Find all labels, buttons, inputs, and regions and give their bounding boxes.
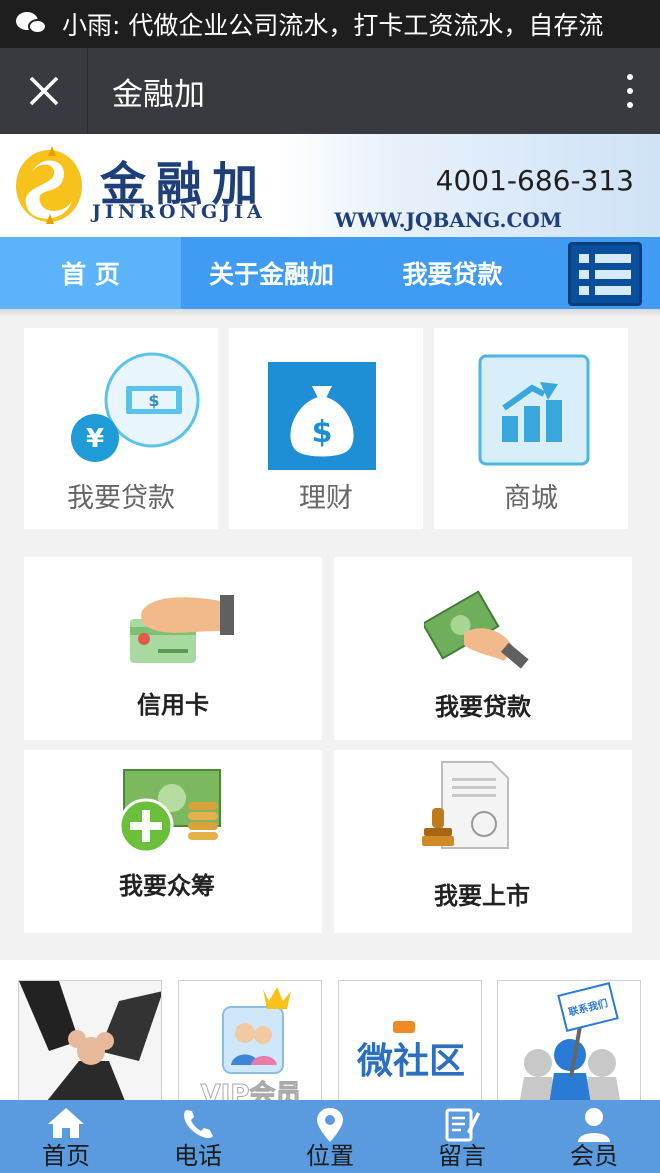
more-dots-icon xyxy=(627,74,633,80)
tile-label: 我要贷款 xyxy=(435,693,531,721)
bottom-nav-label: 留言 xyxy=(438,1142,486,1170)
tile-finance[interactable]: $ 理财 xyxy=(229,328,423,529)
notification-bar[interactable]: 小雨: 代做企业公司流水，打卡工资流水，自存流 xyxy=(0,0,660,48)
tile-label: 商城 xyxy=(504,483,558,514)
more-menu-button[interactable] xyxy=(600,48,660,134)
list-menu-icon xyxy=(579,253,631,263)
page-title: 金融加 xyxy=(112,76,205,113)
menu-button[interactable] xyxy=(568,242,642,306)
wechat-icon xyxy=(16,10,48,38)
bottom-nav: 首页 电话 位置 留言 会员 xyxy=(0,1100,660,1173)
bottom-nav-label: 位置 xyxy=(306,1142,354,1170)
main-nav: 首 页 关于金融加 我要贷款 xyxy=(0,237,660,309)
tile-mall[interactable]: 商城 xyxy=(434,328,628,529)
tile-loan[interactable]: $ ¥ 我要贷款 xyxy=(24,328,218,529)
tile-loan-2[interactable]: 我要贷款 xyxy=(334,557,632,740)
bottom-nav-home[interactable]: 首页 xyxy=(0,1100,132,1173)
svg-text:$: $ xyxy=(148,391,159,410)
cash-hand-icon xyxy=(424,590,529,669)
money-bag-icon: $ xyxy=(268,362,376,470)
vip-member-icon: VIP会员 xyxy=(179,981,321,1109)
bottom-nav-label: 会员 xyxy=(570,1142,618,1170)
contact-us-icon: 联系我们 xyxy=(498,981,640,1109)
chart-growth-icon xyxy=(478,354,590,466)
notification-text: 小雨: 代做企业公司流水，打卡工资流水，自存流 xyxy=(62,11,604,40)
site-url: WWW.JQBANG.COM xyxy=(334,208,562,232)
hotline-number: 4001-686-313 xyxy=(435,164,634,197)
document-stamp-icon xyxy=(422,761,509,849)
bottom-nav-member[interactable]: 会员 xyxy=(528,1100,660,1173)
thumb-community[interactable]: 微社区 xyxy=(338,980,482,1110)
title-bar: 金融加 xyxy=(0,48,660,134)
tile-label: 我要贷款 xyxy=(67,483,175,514)
nav-item-about[interactable]: 关于金融加 xyxy=(181,237,362,309)
tile-ipo[interactable]: 我要上市 xyxy=(334,750,632,933)
loan-money-icon: $ ¥ xyxy=(71,352,200,462)
brand-logo-icon xyxy=(16,146,82,224)
bottom-nav-message[interactable]: 留言 xyxy=(396,1100,528,1173)
crowdfunding-cash-icon xyxy=(118,769,221,854)
close-icon xyxy=(29,76,58,106)
bottom-nav-location[interactable]: 位置 xyxy=(264,1100,396,1173)
thumb-vip[interactable]: VIP会员 xyxy=(178,980,322,1110)
thumb-teamwork[interactable] xyxy=(18,980,162,1110)
tile-label: 我要众筹 xyxy=(119,872,215,900)
tile-crowdfunding[interactable]: 我要众筹 xyxy=(24,750,322,933)
close-button[interactable] xyxy=(0,48,88,134)
bottom-nav-label: 首页 xyxy=(42,1142,90,1170)
tile-credit-card[interactable]: 信用卡 xyxy=(24,557,322,740)
svg-text:¥: ¥ xyxy=(86,424,104,454)
bottom-nav-label: 电话 xyxy=(174,1142,222,1170)
micro-community-icon: 微社区 xyxy=(339,981,481,1109)
teamwork-hands-icon xyxy=(19,981,161,1109)
page: { "notification": { "text": "小雨: 代做企业公司流… xyxy=(0,0,660,1173)
tile-label: 信用卡 xyxy=(137,691,209,719)
credit-card-hand-icon xyxy=(130,595,234,663)
nav-shadow xyxy=(0,309,660,317)
community-text: 微社区 xyxy=(356,1041,465,1082)
bottom-nav-phone[interactable]: 电话 xyxy=(132,1100,264,1173)
svg-text:$: $ xyxy=(312,415,333,450)
nav-item-home[interactable]: 首 页 xyxy=(0,237,181,309)
home-icon xyxy=(48,1108,84,1138)
tile-label: 我要上市 xyxy=(434,882,530,910)
brand-name-en: JINRONGJIA xyxy=(92,201,266,223)
tile-label: 理财 xyxy=(299,483,353,514)
nav-item-loan[interactable]: 我要贷款 xyxy=(362,237,543,309)
site-banner[interactable]: 金融加 JINRONGJIA 4001-686-313 WWW.JQBANG.C… xyxy=(0,134,660,237)
thumb-contact[interactable]: 联系我们 xyxy=(497,980,641,1110)
